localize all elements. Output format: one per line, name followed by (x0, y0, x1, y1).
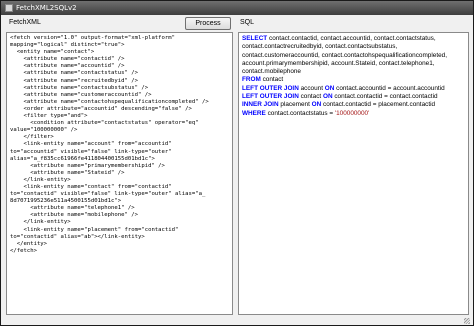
fetchxml-label: FetchXML (9, 19, 41, 26)
sql-line: SELECT contact.contactid, contact.accoun… (242, 35, 466, 43)
resize-grip-icon[interactable] (464, 318, 470, 324)
sql-text: contact (260, 76, 284, 84)
fetchxml-line: </link-entity> (10, 176, 71, 183)
status-bar (1, 317, 473, 325)
fetchxml-content: <fetch version="1.0" output-format="xml-… (7, 33, 232, 255)
sql-text: contact.contactid = placement.contactid (321, 101, 436, 109)
fetchxml-line: <attribute name="Stateid" /> (10, 169, 125, 176)
sql-keyword: ON (311, 101, 322, 109)
fetchxml-line: <condition attribute="contactstatus" ope… (10, 120, 199, 127)
fetchxml-line: <fetch version="1.0" output-format="xml-… (10, 35, 176, 41)
fetchxml-line: alias="a_f835cc61966fe411804400155d01bd1… (10, 155, 155, 162)
fetchxml-line: <link-entity name="placement" from="cont… (10, 226, 179, 233)
sql-line: contact.mobilephone (242, 68, 301, 76)
fetchxml-line: <attribute name="customeraccountid" /> (10, 91, 152, 98)
fetchxml-line: <attribute name="primarymembershipid" /> (10, 162, 165, 169)
process-button[interactable]: Process (185, 17, 231, 30)
app-window: FetchXML2SQLv2 FetchXML Process SQL <fet… (0, 0, 474, 326)
sql-keyword: INNER JOIN (242, 101, 279, 109)
fetchxml-line: </fetch> (10, 247, 37, 254)
fetchxml-line: to="accountid" visible="false" link-type… (10, 148, 172, 155)
sql-keyword: WHERE (242, 109, 266, 117)
sql-line: contact.customeraccountid, contact.conta… (242, 51, 447, 59)
sql-line: LEFT OUTER JOIN account ON contact.accou… (242, 85, 466, 93)
sql-keyword: ON (322, 93, 333, 101)
toolbar (1, 15, 473, 31)
sql-keyword: LEFT OUTER JOIN (242, 84, 299, 92)
fetchxml-line: to="contactid" visible="false" link-type… (10, 191, 206, 198)
sql-text: contact.accountid = account.accountid (334, 84, 445, 92)
fetchxml-line: 8d7071995236e511a4500155d01bd1c"> (10, 198, 122, 205)
fetchxml-line: </entity> (10, 240, 48, 247)
fetchxml-line: <attribute name="contactid" /> (10, 56, 125, 63)
fetchxml-line: <attribute name="contactsubstatus" /> (10, 84, 149, 91)
sql-line: FROM contact (242, 76, 466, 84)
sql-line: contact.contactrecruitedbyid, contact.co… (242, 43, 398, 51)
fetchxml-line: </link-entity> (10, 219, 71, 226)
fetchxml-line: mapping="logical" distinct="true"> (10, 42, 125, 49)
sql-line: account.primarymembershipid, account.Sta… (242, 59, 435, 67)
sql-keyword: FROM (242, 76, 261, 84)
sql-content: SELECT contact.contactid, contact.accoun… (239, 33, 468, 118)
sql-string-literal: '100000000' (334, 109, 370, 117)
sql-text: contact.contactid, contact.accountid, co… (267, 35, 436, 42)
sql-text: contact.contactstatus = (265, 109, 335, 117)
fetchxml-line: </filter> (10, 134, 54, 141)
fetchxml-line: <entity name="contact"> (10, 49, 95, 56)
sql-label: SQL (240, 19, 255, 26)
sql-text: contact (298, 93, 323, 101)
sql-line: LEFT OUTER JOIN contact ON contact.conta… (242, 93, 466, 101)
sql-line: WHERE contact.contactstatus = '100000000… (242, 110, 466, 118)
fetchxml-line: <order attribute="accountid" descending=… (10, 105, 192, 112)
sql-keyword: ON (324, 84, 335, 92)
app-icon (5, 4, 13, 12)
fetchxml-line: <link-entity name="contact" from="contac… (10, 183, 172, 190)
fetchxml-line: <attribute name="mobilephone" /> (10, 212, 138, 219)
fetchxml-editor[interactable]: <fetch version="1.0" output-format="xml-… (6, 32, 233, 315)
title-bar[interactable]: FetchXML2SQLv2 (1, 1, 473, 15)
fetchxml-line: <link-entity name="account" from="accoun… (10, 141, 172, 148)
window-title: FetchXML2SQLv2 (16, 4, 77, 12)
sql-text: contact.contactid = contact.contactid (332, 93, 438, 101)
fetchxml-line: <filter type="and"> (10, 113, 88, 120)
fetchxml-line: <attribute name="telephone1" /> (10, 205, 135, 212)
fetchxml-line: <attribute name="accountid" /> (10, 63, 125, 70)
sql-output[interactable]: SELECT contact.contactid, contact.accoun… (238, 32, 469, 315)
sql-keyword: LEFT OUTER JOIN (242, 93, 299, 101)
sql-line: INNER JOIN placement ON contact.contacti… (242, 101, 466, 109)
sql-keyword: SELECT (242, 35, 268, 42)
fetchxml-line: <attribute name="contactstatus" /> (10, 70, 138, 77)
fetchxml-line: <attribute name="contactohspequalificati… (10, 98, 209, 105)
fetchxml-line: value="100000000" /> (10, 127, 78, 134)
sql-text: account (298, 84, 325, 92)
fetchxml-line: <attribute name="recruitedbyid" /> (10, 77, 138, 84)
sql-text: placement (278, 101, 312, 109)
fetchxml-line: to="contactid" alias="ab"></link-entity> (10, 233, 145, 240)
